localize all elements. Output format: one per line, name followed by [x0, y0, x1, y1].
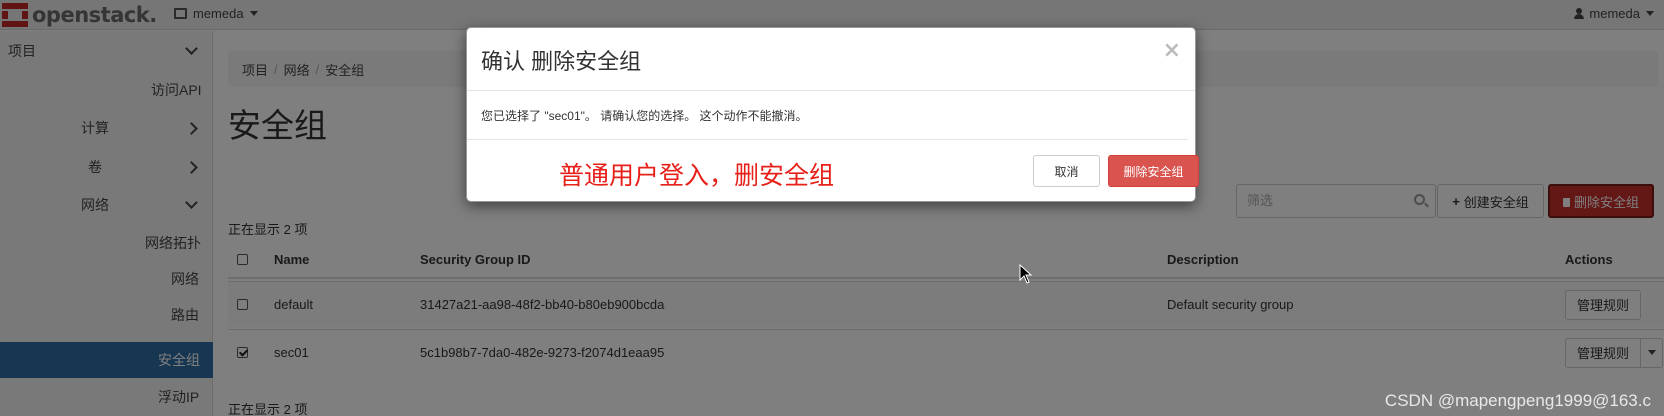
dialog-message: 您已选择了 "sec01"。 请确认您的选择。 这个动作不能撤消。: [481, 109, 808, 123]
close-icon[interactable]: ×: [1163, 38, 1181, 63]
dialog-title: 确认 删除安全组: [481, 49, 642, 74]
watermark: CSDN @mapengpeng1999@163.c: [1384, 391, 1651, 410]
confirm-delete-dialog: 确认 删除安全组 × 您已选择了 "sec01"。 请确认您的选择。 这个动作不…: [466, 27, 1199, 202]
cancel-button[interactable]: 取消: [1033, 155, 1100, 187]
confirm-delete-button[interactable]: 删除安全组: [1108, 155, 1199, 187]
mouse-cursor-icon: [1019, 264, 1033, 284]
dialog-header: 确认 删除安全组 ×: [467, 28, 1195, 91]
dialog-divider: [467, 139, 1188, 140]
screenshot-annotation: 普通用户登入，删安全组: [559, 162, 835, 190]
